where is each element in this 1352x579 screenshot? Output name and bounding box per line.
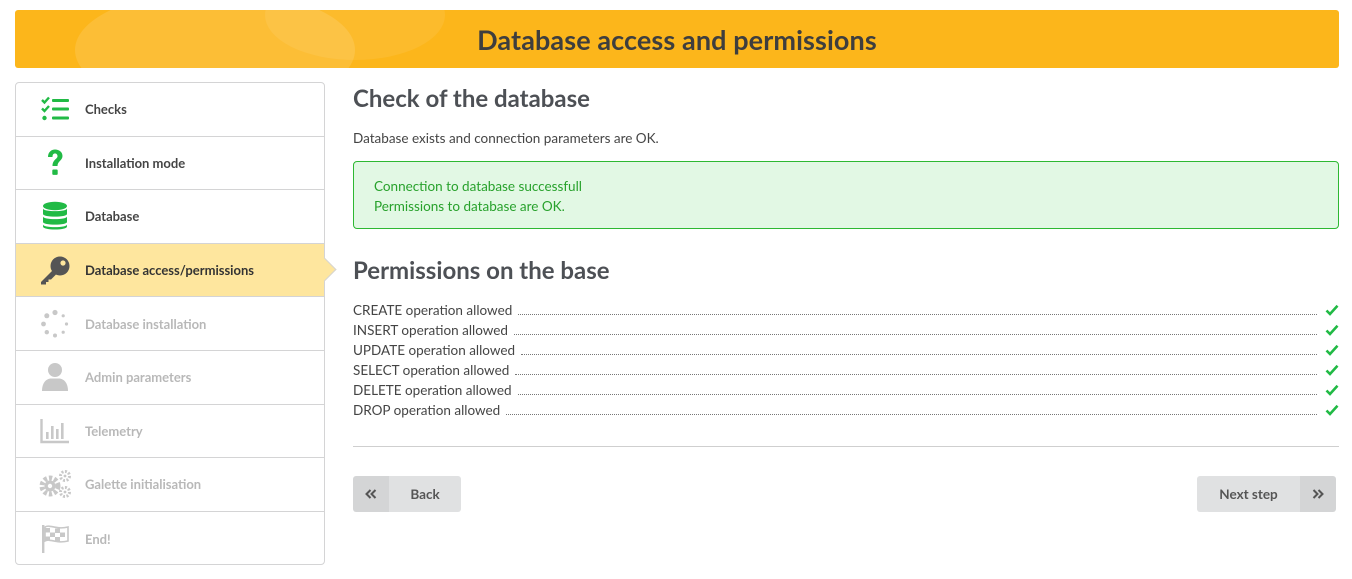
permission-row-select: SELECT operation allowed [353,360,1339,380]
check-icon [1323,324,1339,336]
sidebar-item-checks[interactable]: Checks [16,83,324,137]
check-icon [1323,384,1339,396]
question-icon [38,146,72,180]
permission-label: INSERT operation allowed [353,322,508,338]
steps-sidebar: Checks Installation mode Database Databa… [15,82,325,565]
permission-row-insert: INSERT operation allowed [353,320,1339,340]
sidebar-item-label: Database installation [85,315,207,332]
check-icon [1323,404,1339,416]
page-title: Database access and permissions [477,22,877,56]
success-line-connection: Connection to database successfull [374,178,582,194]
key-icon [38,253,72,287]
sidebar-item-telemetry: Telemetry [16,405,324,459]
sidebar-item-label: Admin parameters [85,369,192,386]
check-icon [1323,364,1339,376]
sidebar-item-database[interactable]: Database [16,190,324,244]
cogs-icon [38,467,72,501]
user-icon [38,360,72,394]
sidebar-item-label: End! [85,530,111,547]
check-icon [1323,304,1339,316]
check-database-heading: Check of the database [353,84,590,113]
sidebar-item-admin-parameters: Admin parameters [16,351,324,405]
check-icon [1323,344,1339,356]
page-header: Database access and permissions [15,10,1339,68]
flag-icon [38,522,72,556]
double-chevron-right-icon [1300,476,1336,512]
database-status-text: Database exists and connection parameter… [353,130,659,146]
sidebar-item-database-installation: Database installation [16,297,324,351]
permission-row-drop: DROP operation allowed [353,400,1339,420]
next-step-button-label: Next step [1219,486,1278,502]
checklist-icon [38,92,72,126]
sidebar-item-installation-mode[interactable]: Installation mode [16,137,324,191]
permission-row-delete: DELETE operation allowed [353,380,1339,400]
permission-row-create: CREATE operation allowed [353,300,1339,320]
dotted-leader [506,413,1317,415]
spinner-icon [38,307,72,341]
sidebar-item-label: Installation mode [85,154,186,171]
permissions-heading: Permissions on the base [353,256,610,285]
sidebar-item-label: Database access/permissions [85,262,255,279]
permission-label: DROP operation allowed [353,402,501,418]
success-message: Connection to database successfull Permi… [353,161,1339,229]
sidebar-item-label: Checks [85,101,127,118]
double-chevron-left-icon [353,476,389,512]
permission-label: CREATE operation allowed [353,302,513,318]
permissions-list: CREATE operation allowed INSERT operatio… [353,300,1339,420]
divider [353,446,1339,447]
chart-icon [38,414,72,448]
permission-row-update: UPDATE operation allowed [353,340,1339,360]
sidebar-item-galette-initialisation: Galette initialisation [16,458,324,512]
dotted-leader [517,393,1317,395]
sidebar-item-label: Database [85,208,140,225]
next-step-button[interactable]: Next step [1197,476,1336,512]
sidebar-item-label: Telemetry [85,422,143,439]
back-button[interactable]: Back [353,476,461,512]
sidebar-item-database-access[interactable]: Database access/permissions [16,243,324,298]
back-button-label: Back [410,486,440,502]
success-line-permissions: Permissions to database are OK. [374,198,565,214]
permission-label: DELETE operation allowed [353,382,512,398]
permission-label: SELECT operation allowed [353,362,510,378]
database-icon [38,199,72,233]
dotted-leader [513,333,1317,335]
sidebar-item-end: End! [16,512,324,566]
permission-label: UPDATE operation allowed [353,342,516,358]
dotted-leader [518,313,1317,315]
sidebar-item-label: Galette initialisation [85,476,202,493]
dotted-leader [515,373,1317,375]
dotted-leader [521,353,1317,355]
